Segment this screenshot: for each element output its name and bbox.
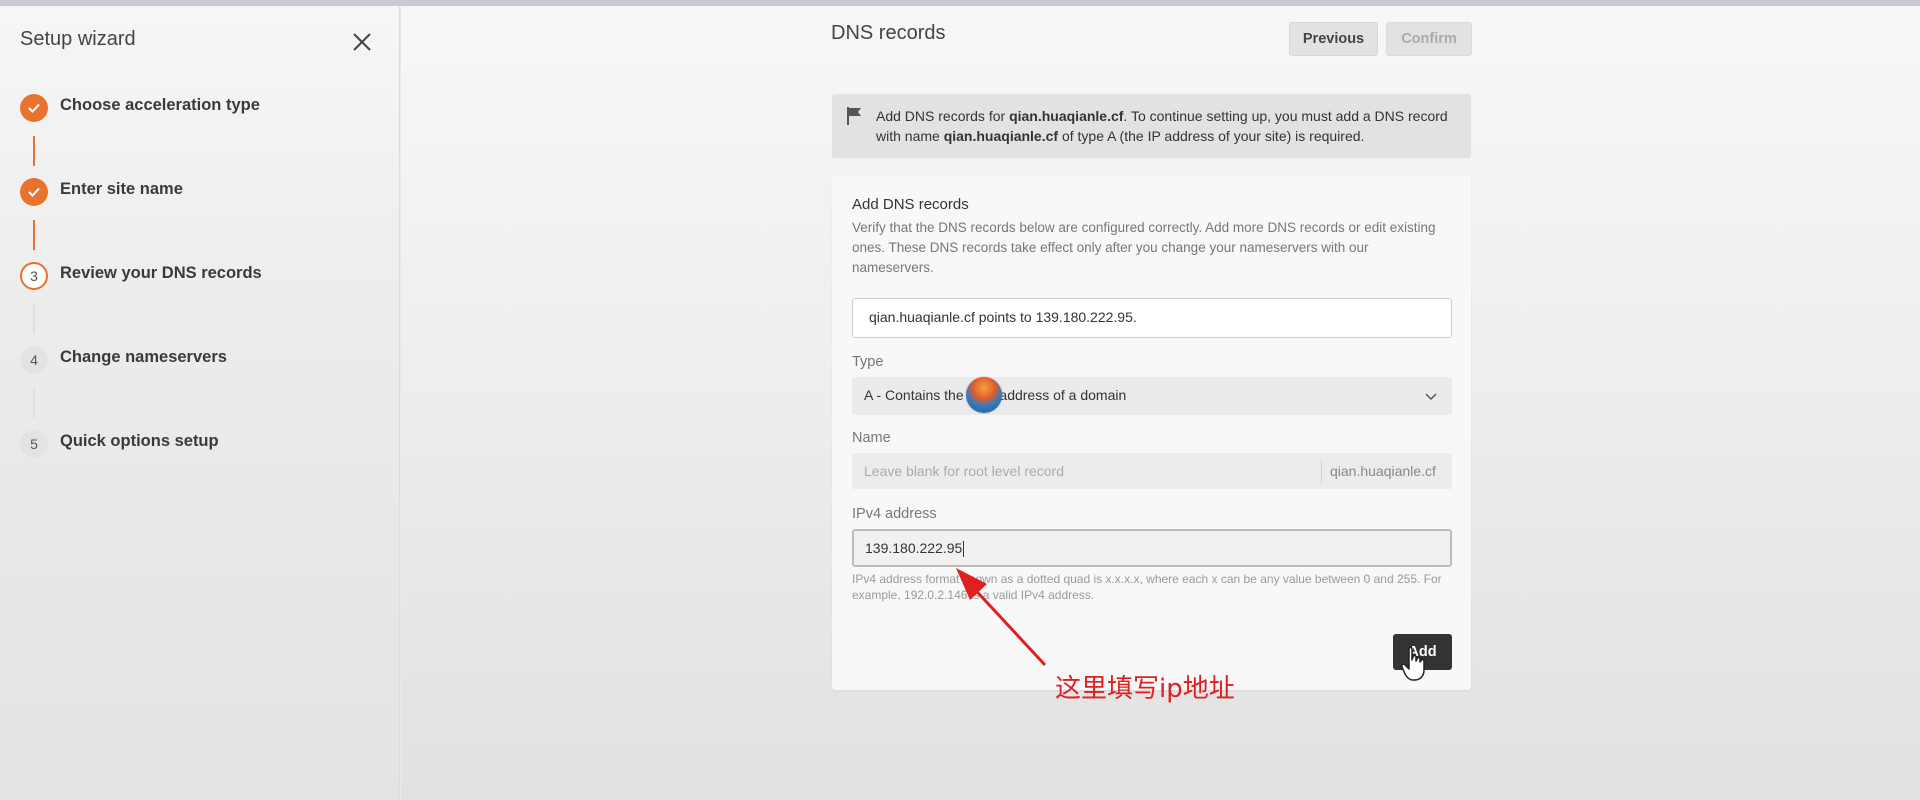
notice-part3: of type A (the IP address of your site) … xyxy=(1058,128,1365,144)
step-label: Choose acceleration type xyxy=(60,96,260,114)
type-label: Type xyxy=(852,354,884,370)
annotation-text: 这里填写ip地址 xyxy=(1055,674,1235,704)
step-label: Review your DNS records xyxy=(60,264,262,282)
card-title: Add DNS records xyxy=(852,196,969,213)
step-connector xyxy=(33,388,35,418)
step-number: 4 xyxy=(20,346,48,374)
notice-domain: qian.huaqianle.cf xyxy=(943,128,1059,144)
previous-button[interactable]: Previous xyxy=(1289,22,1378,56)
step-connector xyxy=(33,304,35,334)
confirm-button[interactable]: Confirm xyxy=(1386,22,1472,56)
step-2-done-circle xyxy=(20,178,48,206)
notice-part1: Add DNS records for xyxy=(876,108,1010,124)
step-connector xyxy=(33,220,35,250)
step-1-done-circle xyxy=(20,94,48,122)
name-suffix-divider xyxy=(1321,461,1322,483)
step-number: 3 xyxy=(20,262,48,290)
flag-icon xyxy=(847,107,861,125)
step-label: Enter site name xyxy=(60,180,183,198)
check-icon xyxy=(28,187,40,197)
text-caret xyxy=(963,541,965,558)
add-dns-card: Add DNS records Verify that the DNS reco… xyxy=(832,176,1471,690)
chevron-down-icon xyxy=(1425,393,1437,401)
cursor-highlight xyxy=(966,377,1002,413)
name-label: Name xyxy=(852,430,891,446)
notice-text: Add DNS records for qian.huaqianle.cf. T… xyxy=(876,106,1461,146)
step-number: 5 xyxy=(20,430,48,458)
check-icon xyxy=(28,103,40,113)
ipv4-input[interactable]: 139.180.222.95 xyxy=(852,529,1452,567)
card-description: Verify that the DNS records below are co… xyxy=(852,220,1436,275)
close-icon xyxy=(353,33,371,51)
points-to-summary: qian.huaqianle.cf points to 139.180.222.… xyxy=(852,298,1452,338)
step-label: Change nameservers xyxy=(60,348,227,366)
notice-domain: qian.huaqianle.cf xyxy=(1009,108,1124,124)
hand-cursor-icon xyxy=(1401,646,1425,681)
dns-notice: Add DNS records for qian.huaqianle.cf. T… xyxy=(832,94,1471,158)
ipv4-label: IPv4 address xyxy=(852,506,937,522)
ipv4-hint: IPv4 address format known as a dotted qu… xyxy=(852,572,1442,602)
page-title: DNS records xyxy=(831,22,946,44)
ipv4-value: 139.180.222.95 xyxy=(865,540,963,556)
name-suffix: qian.huaqianle.cf xyxy=(1330,463,1436,479)
close-button[interactable] xyxy=(350,30,374,54)
name-placeholder: Leave blank for root level record xyxy=(864,463,1064,479)
name-input[interactable]: Leave blank for root level record qian.h… xyxy=(852,453,1452,489)
step-connector xyxy=(33,136,35,166)
step-label: Quick options setup xyxy=(60,432,219,450)
sidebar: Setup wizard Choose acceleration type En… xyxy=(0,6,400,800)
type-select[interactable]: A - Contains the IPv4 address of a domai… xyxy=(852,377,1452,415)
wizard-title: Setup wizard xyxy=(20,28,136,50)
